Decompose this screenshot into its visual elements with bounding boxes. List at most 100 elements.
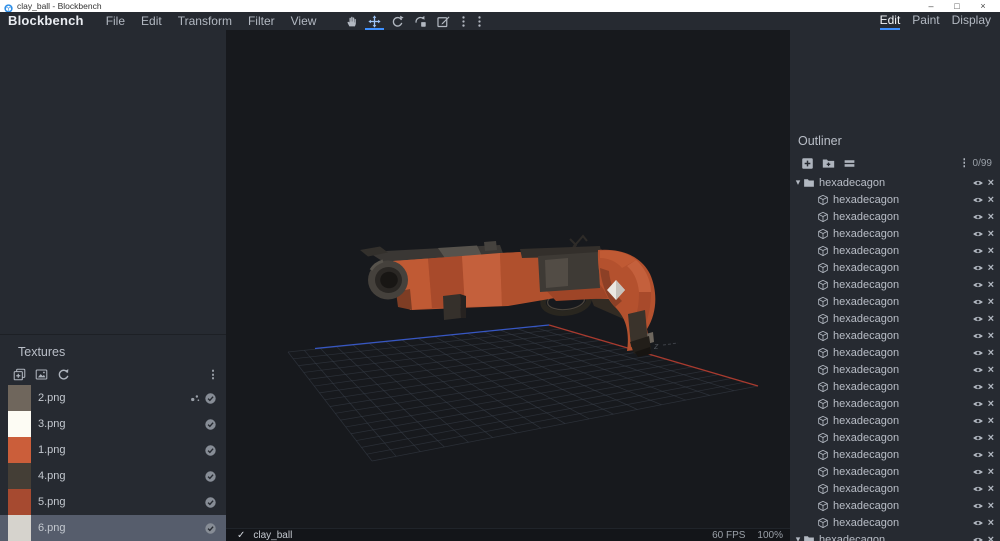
outliner-cube-row[interactable]: hexadecagon× [790,463,1000,480]
export-toggle-icon[interactable]: × [988,296,994,308]
outliner-cube-row[interactable]: hexadecagon× [790,361,1000,378]
export-toggle-icon[interactable]: × [988,279,994,291]
visibility-eye-icon[interactable] [972,466,984,478]
texture-enabled-check-icon[interactable] [204,418,217,431]
visibility-eye-icon[interactable] [972,398,984,410]
visibility-eye-icon[interactable] [972,347,984,359]
reload-textures-icon[interactable] [52,368,74,381]
export-toggle-icon[interactable]: × [988,415,994,427]
toggle-layers-button[interactable] [839,157,860,170]
texture-enabled-check-icon[interactable] [204,496,217,509]
menu-filter[interactable]: Filter [240,12,283,30]
visibility-eye-icon[interactable] [972,177,984,189]
texture-row[interactable]: 3.png [0,411,226,437]
export-toggle-icon[interactable]: × [988,449,994,461]
visibility-eye-icon[interactable] [972,211,984,223]
outliner-cube-row[interactable]: hexadecagon× [790,208,1000,225]
visibility-eye-icon[interactable] [972,432,984,444]
visibility-eye-icon[interactable] [972,500,984,512]
move-tool[interactable] [363,12,386,30]
maximize-button[interactable]: □ [944,0,970,12]
texture-enabled-check-icon[interactable] [204,392,217,405]
outliner-cube-row[interactable]: hexadecagon× [790,378,1000,395]
visibility-eye-icon[interactable] [972,194,984,206]
outliner-cube-row[interactable]: hexadecagon× [790,293,1000,310]
visibility-eye-icon[interactable] [972,364,984,376]
outliner-cube-row[interactable]: hexadecagon× [790,225,1000,242]
outliner-menu-icon[interactable]: ⋮ [959,157,970,169]
export-toggle-icon[interactable]: × [988,262,994,274]
visibility-eye-icon[interactable] [972,415,984,427]
outliner-cube-row[interactable]: hexadecagon× [790,259,1000,276]
tab-edit[interactable]: Edit [874,12,907,30]
visibility-eye-icon[interactable] [972,279,984,291]
visibility-eye-icon[interactable] [972,228,984,240]
visibility-eye-icon[interactable] [972,483,984,495]
menu-file[interactable]: File [98,12,133,30]
more-vertical[interactable] [455,12,471,30]
visibility-eye-icon[interactable] [972,245,984,257]
export-toggle-icon[interactable]: × [988,211,994,223]
visibility-eye-icon[interactable] [972,296,984,308]
blockbench-menu[interactable]: Blockbench [8,12,84,30]
outliner-cube-row[interactable]: hexadecagon× [790,276,1000,293]
gun-model[interactable] [360,236,655,357]
outliner-cube-row[interactable]: hexadecagon× [790,429,1000,446]
outliner-group-row[interactable]: ▾hexadecagon× [790,174,1000,191]
minimize-button[interactable]: – [918,0,944,12]
export-toggle-icon[interactable]: × [988,483,994,495]
visibility-eye-icon[interactable] [972,262,984,274]
outliner-cube-row[interactable]: hexadecagon× [790,412,1000,429]
outliner-cube-row[interactable]: hexadecagon× [790,310,1000,327]
textures-menu-icon[interactable]: ⋮ [206,368,220,381]
texture-row[interactable]: 5.png [0,489,226,515]
export-toggle-icon[interactable]: × [988,177,994,189]
menu-view[interactable]: View [283,12,325,30]
texture-row[interactable]: 6.png [0,515,226,541]
export-toggle-icon[interactable]: × [988,245,994,257]
rotate-tool[interactable] [386,12,409,30]
outliner-cube-row[interactable]: hexadecagon× [790,327,1000,344]
texture-enabled-check-icon[interactable] [204,444,217,457]
outliner-cube-row[interactable]: hexadecagon× [790,344,1000,361]
pivot-tool[interactable] [409,12,432,30]
tab-display[interactable]: Display [946,12,997,30]
export-toggle-icon[interactable]: × [988,432,994,444]
add-cube-button[interactable] [797,157,818,170]
close-button[interactable]: × [970,0,996,12]
outliner-cube-row[interactable]: hexadecagon× [790,395,1000,412]
add-group-button[interactable] [818,157,839,170]
outliner-cube-row[interactable]: hexadecagon× [790,446,1000,463]
tab-paint[interactable]: Paint [906,12,945,30]
texture-enabled-check-icon[interactable] [204,470,217,483]
hand-tool[interactable] [340,12,363,30]
export-toggle-icon[interactable]: × [988,466,994,478]
export-toggle-icon[interactable]: × [988,517,994,529]
menu-edit[interactable]: Edit [133,12,170,30]
create-texture-icon[interactable] [30,368,52,381]
texture-enabled-check-icon[interactable] [204,522,217,535]
export-toggle-icon[interactable]: × [988,364,994,376]
export-toggle-icon[interactable]: × [988,194,994,206]
viewport-3d[interactable]: z [226,30,790,541]
visibility-eye-icon[interactable] [972,517,984,529]
outliner-cube-row[interactable]: hexadecagon× [790,191,1000,208]
visibility-eye-icon[interactable] [972,330,984,342]
outliner-cube-row[interactable]: hexadecagon× [790,242,1000,259]
export-toggle-icon[interactable]: × [988,500,994,512]
collapse-arrow-icon[interactable]: ▾ [793,177,803,188]
import-texture-icon[interactable] [8,368,30,381]
menu-transform[interactable]: Transform [170,12,240,30]
export-toggle-icon[interactable]: × [988,228,994,240]
more-vertical[interactable] [471,12,487,30]
outliner-cube-row[interactable]: hexadecagon× [790,497,1000,514]
export-toggle-icon[interactable]: × [988,313,994,325]
export-toggle-icon[interactable]: × [988,534,994,541]
texture-row[interactable]: 1.png [0,437,226,463]
edit-box-tool[interactable] [432,12,455,30]
texture-row[interactable]: 2.png [0,385,226,411]
visibility-eye-icon[interactable] [972,534,984,541]
collapse-arrow-icon[interactable]: ▾ [793,534,803,541]
outliner-cube-row[interactable]: hexadecagon× [790,514,1000,531]
export-toggle-icon[interactable]: × [988,398,994,410]
